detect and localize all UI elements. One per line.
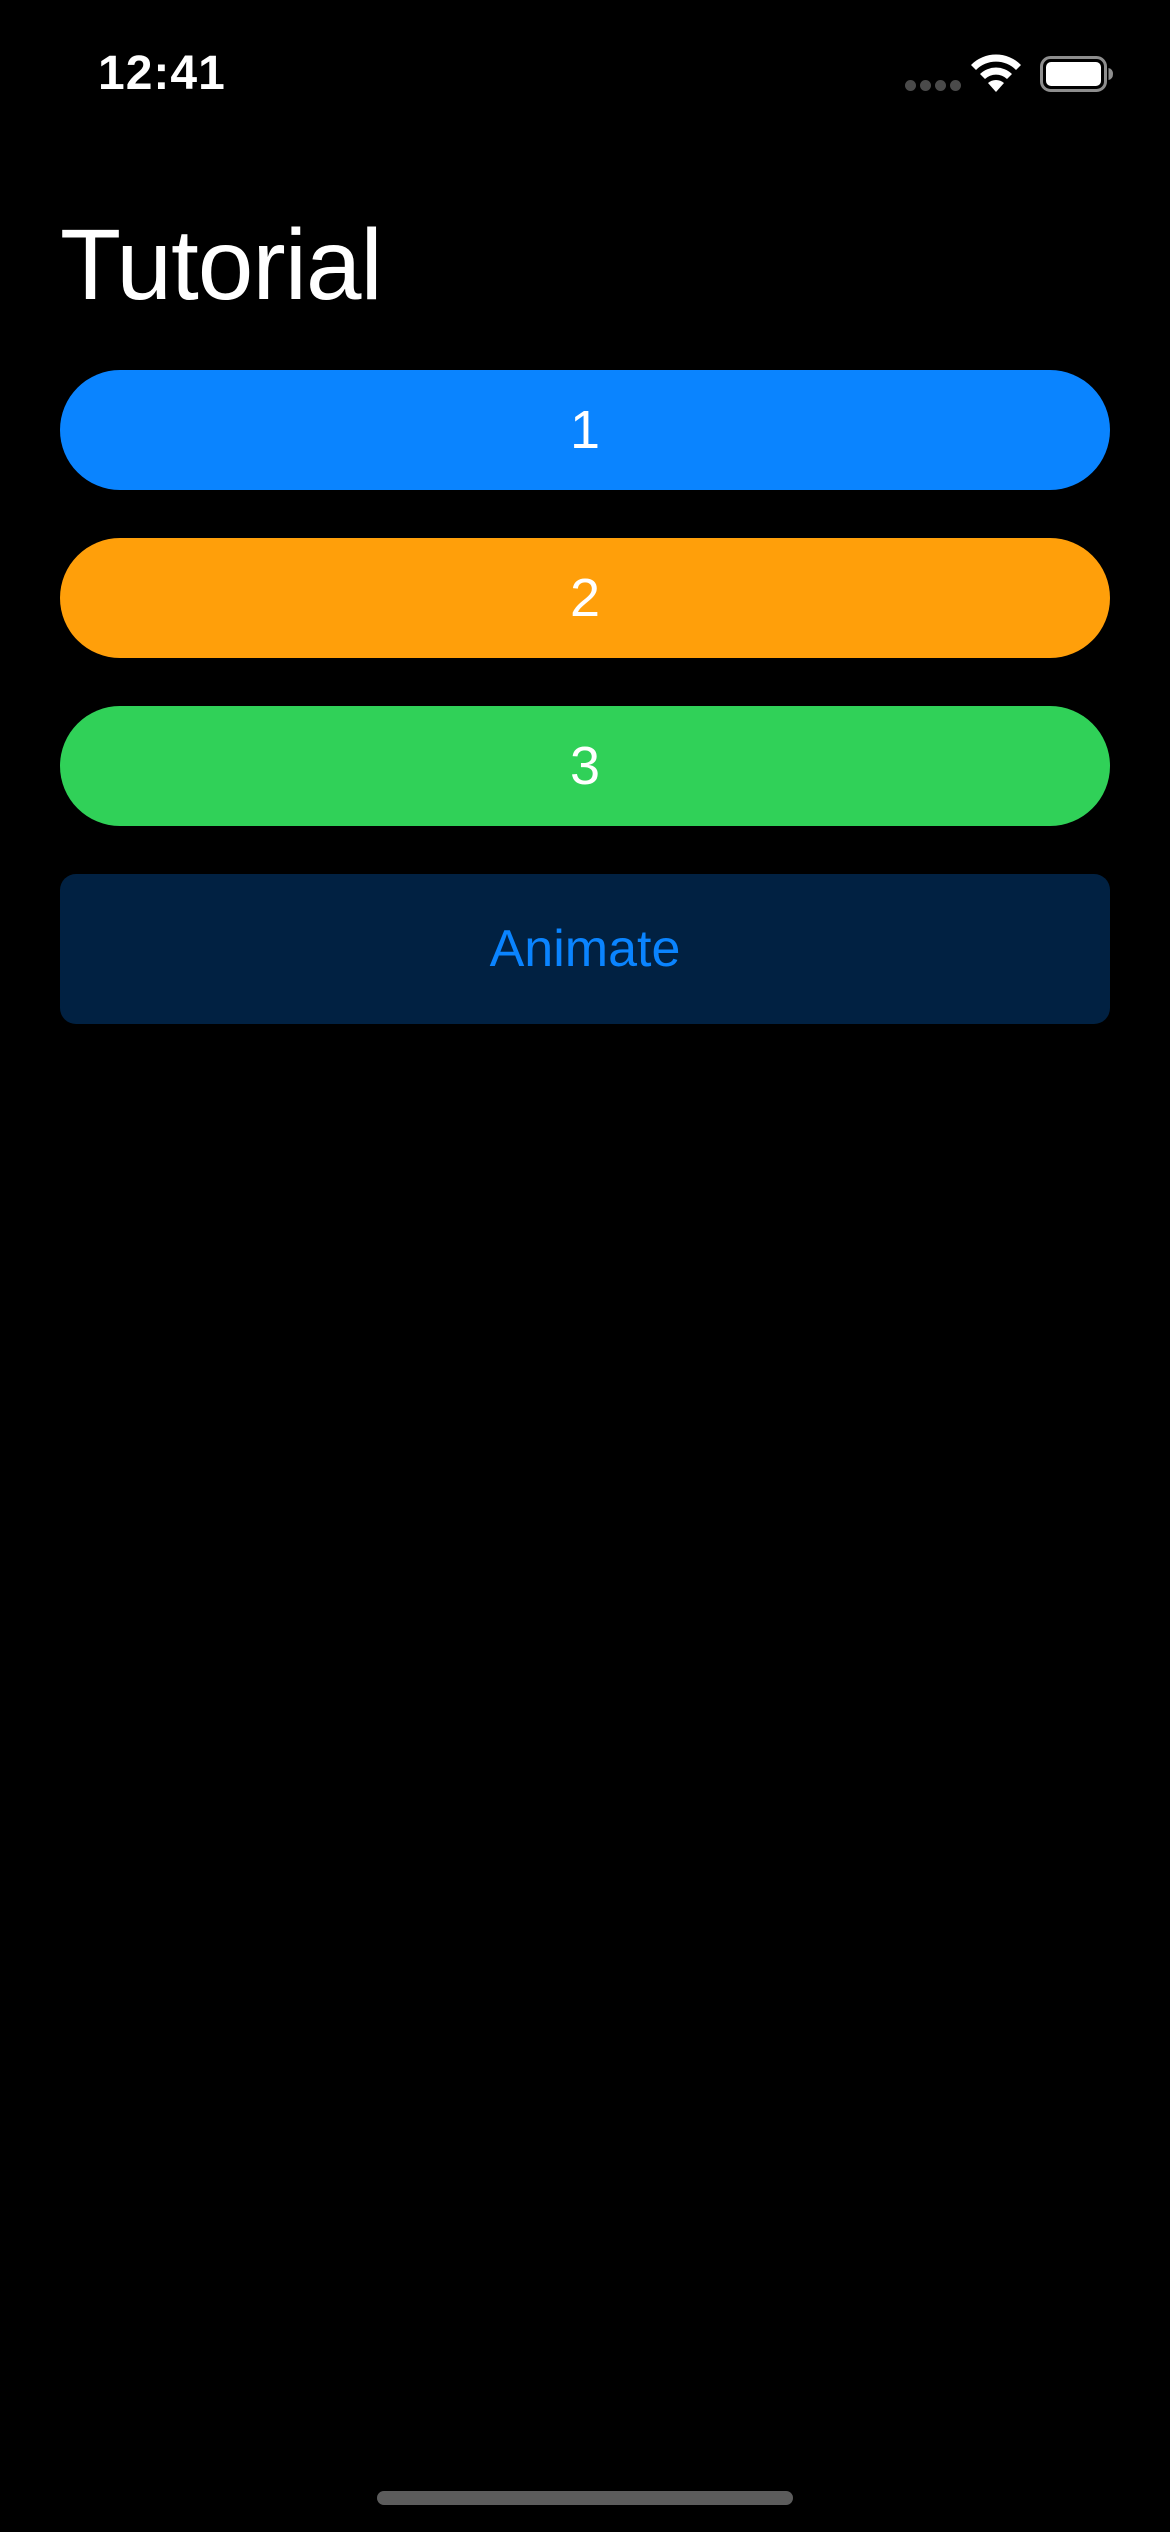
button-3[interactable]: 3 — [60, 706, 1110, 826]
button-1[interactable]: 1 — [60, 370, 1110, 490]
button-2[interactable]: 2 — [60, 538, 1110, 658]
page-title: Tutorial — [60, 209, 383, 321]
animate-button-label: Animate — [489, 920, 681, 978]
animate-button[interactable]: Animate — [60, 874, 1110, 1024]
status-bar: 12:41 — [0, 0, 1170, 150]
cellular-signal-icon — [905, 80, 961, 92]
button-2-label: 2 — [569, 568, 601, 628]
status-time: 12:41 — [98, 47, 226, 100]
home-indicator[interactable] — [377, 2491, 793, 2505]
button-1-label: 1 — [569, 400, 601, 460]
wifi-icon — [971, 54, 1021, 92]
battery-icon — [1040, 56, 1113, 92]
button-3-label: 3 — [569, 736, 601, 796]
